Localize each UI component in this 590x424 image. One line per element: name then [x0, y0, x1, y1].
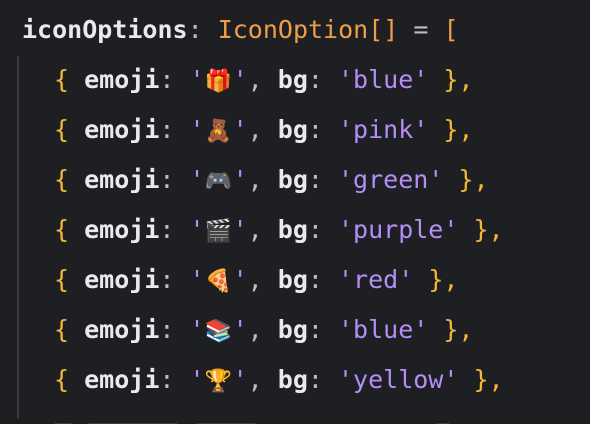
code-line-icon-option[interactable]: { emoji: '🎬', bg: 'purple' }, [54, 212, 504, 248]
colon: : [159, 215, 175, 244]
close-brace: }, [443, 65, 474, 94]
emoji-string: '🍕' [190, 265, 248, 294]
close-brace: }, [473, 215, 504, 244]
emoji-key: emoji [84, 315, 160, 344]
code-line-icon-option[interactable]: { emoji: '🎁', bg: 'blue' }, [54, 62, 473, 98]
pizza-icon: 🍕 [204, 269, 233, 294]
comma: , [247, 65, 263, 94]
indent-guide [17, 56, 19, 418]
open-bracket: [ [443, 15, 459, 44]
colon: : [187, 15, 203, 44]
emoji-string: '📚' [190, 315, 248, 344]
emoji-key: emoji [84, 215, 160, 244]
code-line-icon-option[interactable]: { emoji: '📚', bg: 'blue' }, [54, 312, 473, 348]
emoji-key: emoji [84, 165, 160, 194]
bg-key: bg [277, 115, 308, 144]
emoji-key: emoji [84, 65, 160, 94]
close-brace: }, [443, 315, 474, 344]
books-icon: 📚 [204, 319, 233, 344]
clapper-board-icon: 🎬 [204, 219, 233, 244]
code-line-icon-option[interactable]: { emoji: '🧸', bg: 'pink' }, [54, 112, 473, 148]
trophy-icon: 🏆 [204, 369, 233, 394]
comma: , [247, 115, 263, 144]
bg-key: bg [277, 365, 308, 394]
bg-string: 'yellow' [338, 365, 459, 394]
bg-string: 'blue' [338, 315, 429, 344]
colon: : [307, 265, 323, 294]
open-brace: { [54, 65, 70, 94]
open-brace: { [54, 265, 70, 294]
colon: : [307, 315, 323, 344]
code-line-icon-option[interactable]: { emoji: '🏆', bg: 'yellow' }, [54, 362, 504, 398]
bg-string: 'green' [338, 165, 444, 194]
emoji-string: '🎁' [190, 65, 248, 94]
colon: : [159, 115, 175, 144]
open-brace: { [54, 215, 70, 244]
emoji-key: emoji [84, 265, 160, 294]
comma: , [247, 215, 263, 244]
comma: , [247, 315, 263, 344]
colon: : [307, 115, 323, 144]
close-brace: }, [443, 115, 474, 144]
type-name: IconOption [217, 15, 369, 44]
colon: : [307, 365, 323, 394]
game-controller-icon: 🎮 [204, 169, 233, 194]
close-brace: }, [473, 365, 504, 394]
emoji-string: '🎬' [190, 215, 248, 244]
colon: : [307, 65, 323, 94]
partially-visible-line [54, 404, 524, 424]
colon: : [159, 365, 175, 394]
bg-key: bg [277, 265, 308, 294]
bg-key: bg [277, 315, 308, 344]
gift-icon: 🎁 [204, 69, 233, 94]
emoji-key: emoji [84, 365, 160, 394]
comma: , [247, 265, 263, 294]
colon: : [159, 265, 175, 294]
comma: , [247, 365, 263, 394]
emoji-string: '🏆' [190, 365, 248, 394]
bg-string: 'red' [338, 265, 414, 294]
open-brace: { [54, 115, 70, 144]
open-brace: { [54, 165, 70, 194]
comma: , [247, 165, 263, 194]
open-brace: { [54, 365, 70, 394]
code-line-icon-option[interactable]: { emoji: '🍕', bg: 'red' }, [54, 262, 458, 298]
bg-key: bg [277, 215, 308, 244]
close-brace: }, [428, 265, 459, 294]
open-brace: { [54, 315, 70, 344]
bg-key: bg [277, 165, 308, 194]
teddy-bear-icon: 🧸 [204, 119, 233, 144]
bg-string: 'purple' [338, 215, 459, 244]
assign-operator: = [413, 15, 429, 44]
type-brackets: [] [368, 15, 399, 44]
bg-string: 'pink' [338, 115, 429, 144]
colon: : [307, 165, 323, 194]
colon: : [159, 315, 175, 344]
colon: : [159, 65, 175, 94]
emoji-string: '🎮' [190, 165, 248, 194]
code-line-declaration[interactable]: iconOptions: IconOption[] = [ [22, 12, 459, 48]
code-line-icon-option[interactable]: { emoji: '🎮', bg: 'green' }, [54, 162, 489, 198]
emoji-key: emoji [84, 115, 160, 144]
colon: : [307, 215, 323, 244]
identifier: iconOptions [22, 15, 188, 44]
code-editor[interactable]: iconOptions: IconOption[] = [ { emoji: '… [0, 0, 590, 424]
emoji-string: '🧸' [190, 115, 248, 144]
bg-key: bg [277, 65, 308, 94]
bg-string: 'blue' [338, 65, 429, 94]
colon: : [159, 165, 175, 194]
close-brace: }, [458, 165, 489, 194]
